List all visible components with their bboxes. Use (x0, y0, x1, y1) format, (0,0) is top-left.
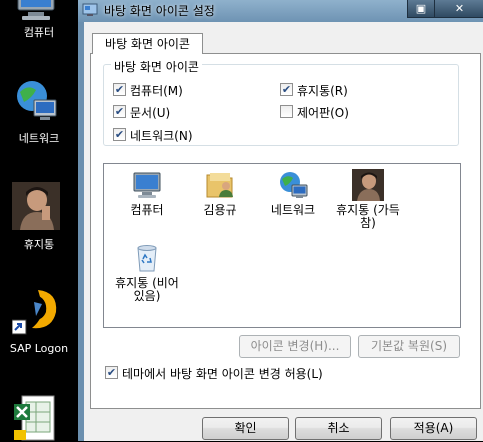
recycle-bin-empty-icon (137, 245, 157, 272)
list-item[interactable]: 휴지통 (가득 참) (330, 169, 406, 235)
checkbox-box[interactable]: ✔ (280, 83, 293, 96)
list-item-label: 컴퓨터 (130, 203, 164, 217)
list-item-label: 김용규 (203, 203, 237, 217)
checkbox-box[interactable]: ✔ (113, 128, 126, 141)
desktop-icon-excel-file[interactable] (0, 394, 78, 441)
checkbox-box[interactable]: ✔ (113, 105, 126, 118)
checkbox-box[interactable]: ✔ (113, 83, 126, 96)
checkbox-label: 문서(U) (130, 106, 171, 120)
cancel-button[interactable]: 취소 (295, 417, 382, 440)
desktop-icon-label: SAP Logon (9, 342, 69, 355)
checkbox-label: 휴지통(R) (297, 84, 348, 98)
list-item-label: 네트워크 (270, 203, 316, 217)
window-app-icon (82, 3, 98, 16)
apply-button[interactable]: 적용(A) (390, 417, 477, 440)
desktop-icon-settings-window: 바탕 화면 아이콘 설정 ▣ ✕ 바탕 화면 아이콘 바탕 화면 아이콘 ✔ 컴… (78, 0, 483, 441)
recycle-bin-full-icon (352, 169, 384, 201)
tab-desktop-icons[interactable]: 바탕 화면 아이콘 (92, 33, 203, 54)
checkbox-box[interactable] (280, 105, 293, 118)
dialog-client-area: 바탕 화면 아이콘 바탕 화면 아이콘 ✔ 컴퓨터(M) ✔ 휴지통(R) ✔ … (84, 22, 483, 441)
desktop-icon-label: 컴퓨터 (23, 26, 55, 39)
desktop-icon-computer[interactable]: 컴퓨터 (0, 0, 78, 44)
change-icon-button[interactable]: 아이콘 변경(H)... (239, 335, 351, 358)
checkbox-label: 네트워크(N) (130, 129, 193, 143)
desktop-icon-network[interactable]: 네트워크 (0, 76, 78, 146)
icon-list-view[interactable]: 컴퓨터 김용규 네트워크 휴지통 (가득 참) 휴지통 (비어 있음) (103, 163, 461, 328)
user-folder-icon (206, 173, 233, 198)
network-icon (280, 172, 308, 198)
window-title: 바탕 화면 아이콘 설정 (104, 4, 215, 18)
close-button[interactable]: ✕ (434, 0, 483, 18)
list-item-label: 휴지통 (가득 참) (336, 203, 400, 230)
restore-button[interactable]: ▣ (407, 0, 435, 18)
excel-file-icon (14, 395, 55, 441)
checkbox-label: 제어판(O) (297, 106, 349, 120)
recycle-bin-photo-icon (12, 182, 60, 230)
list-item[interactable]: 네트워크 (255, 169, 331, 221)
list-item[interactable]: 컴퓨터 (109, 169, 185, 221)
desktop-icon-label: 네트워크 (18, 132, 60, 145)
desktop-icon-recycle-bin[interactable]: 휴지통 (0, 182, 78, 252)
computer-icon (17, 0, 55, 20)
list-item-label: 휴지통 (비어 있음) (115, 276, 179, 303)
ok-button[interactable]: 확인 (202, 417, 289, 440)
desktop: 컴퓨터 네트워크 휴지통 SAP Logon (0, 0, 78, 441)
restore-default-button[interactable]: 기본값 복원(S) (358, 335, 460, 358)
sap-logon-icon (12, 290, 57, 335)
checkbox-label: 컴퓨터(M) (130, 84, 183, 98)
computer-icon (133, 172, 161, 198)
checkbox-label: 테마에서 바탕 화면 아이콘 변경 허용(L) (122, 367, 323, 381)
network-icon (17, 81, 57, 120)
title-bar[interactable]: 바탕 화면 아이콘 설정 ▣ ✕ (78, 0, 483, 22)
desktop-icon-label: 휴지통 (23, 238, 55, 251)
desktop-icon-sap-logon[interactable]: SAP Logon (0, 288, 78, 358)
group-title: 바탕 화면 아이콘 (111, 58, 202, 75)
list-item[interactable]: 김용규 (182, 169, 258, 221)
checkbox-box[interactable]: ✔ (105, 366, 118, 379)
list-item[interactable]: 휴지통 (비어 있음) (109, 242, 185, 308)
